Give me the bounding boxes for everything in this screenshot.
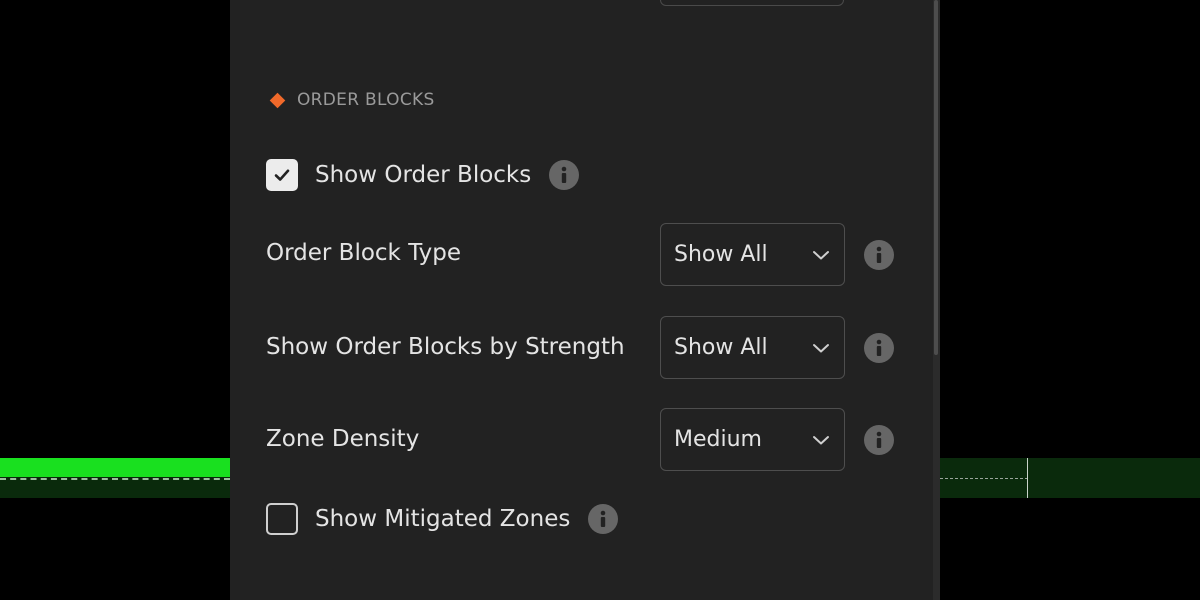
chart-background: ORDER BLOCKS Show Order Blocks Order Blo… <box>0 0 1200 600</box>
order-block-type-select[interactable]: Show All <box>660 223 845 286</box>
show-order-blocks-checkbox[interactable] <box>266 159 298 191</box>
show-order-blocks-row: Show Order Blocks <box>266 159 580 191</box>
order-blocks-by-strength-value: Show All <box>674 335 768 360</box>
chart-vertical-line <box>1027 458 1028 498</box>
order-blocks-by-strength-row: Show Order Blocks by Strength <box>266 334 625 360</box>
info-icon[interactable] <box>864 425 894 455</box>
info-icon[interactable] <box>549 160 580 190</box>
section-header-order-blocks: ORDER BLOCKS <box>269 88 435 112</box>
panel-scrollbar[interactable] <box>933 0 940 600</box>
show-order-blocks-label: Show Order Blocks <box>315 162 532 188</box>
show-mitigated-zones-label: Show Mitigated Zones <box>315 506 571 532</box>
info-icon[interactable] <box>588 504 619 534</box>
order-block-type-row: Order Block Type <box>266 240 461 266</box>
diamond-icon <box>269 92 286 108</box>
chart-dashed-line-right <box>940 478 1028 479</box>
chevron-down-icon <box>812 342 830 354</box>
info-icon[interactable] <box>864 333 894 363</box>
order-blocks-by-strength-label: Show Order Blocks by Strength <box>266 334 625 360</box>
chevron-down-icon <box>812 249 830 261</box>
zone-density-label: Zone Density <box>266 426 420 452</box>
order-block-type-value: Show All <box>674 242 768 267</box>
chart-bright-zone-line <box>0 458 230 477</box>
chevron-down-icon <box>812 434 830 446</box>
show-mitigated-zones-row: Show Mitigated Zones <box>266 503 619 535</box>
zone-density-select[interactable]: Medium <box>660 408 845 471</box>
partial-select-above[interactable] <box>660 0 844 6</box>
order-blocks-by-strength-select[interactable]: Show All <box>660 316 845 379</box>
chart-dashed-line-left <box>0 478 230 480</box>
zone-density-value: Medium <box>674 427 762 452</box>
panel-scrollbar-thumb[interactable] <box>934 0 938 355</box>
show-mitigated-zones-checkbox[interactable] <box>266 503 298 535</box>
info-icon[interactable] <box>864 240 894 270</box>
order-block-type-label: Order Block Type <box>266 240 462 266</box>
checkmark-icon <box>274 169 290 181</box>
section-title: ORDER BLOCKS <box>297 90 435 110</box>
zone-density-row: Zone Density <box>266 426 419 452</box>
